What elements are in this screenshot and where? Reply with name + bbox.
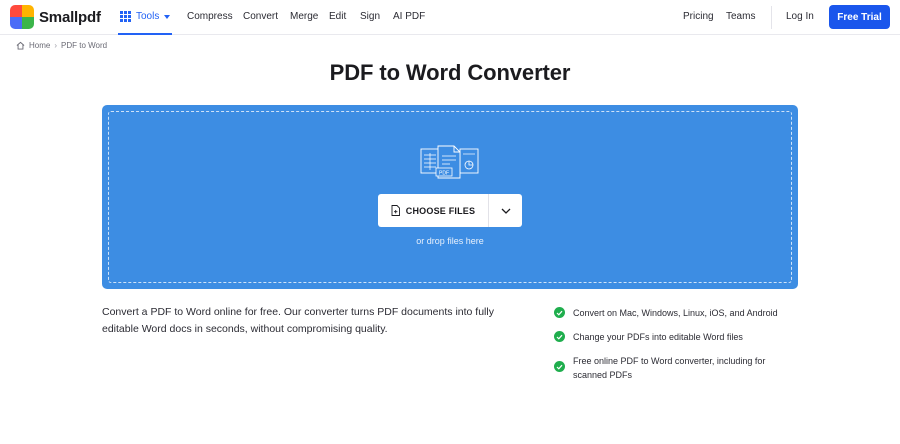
feature-text: Change your PDFs into editable Word file… xyxy=(573,332,743,342)
nav-merge[interactable]: Merge xyxy=(290,11,318,22)
caret-down-icon xyxy=(164,14,171,19)
smallpdf-logo-icon xyxy=(10,5,34,29)
feature-item: Free online PDF to Word converter, inclu… xyxy=(554,354,774,382)
choose-files-button[interactable]: CHOOSE FILES xyxy=(378,194,489,227)
top-header: Smallpdf Tools Compress Convert Merge Ed… xyxy=(0,0,900,35)
feature-text: Convert on Mac, Windows, Linux, iOS, and… xyxy=(573,308,778,318)
login-link[interactable]: Log In xyxy=(786,11,814,22)
check-circle-icon xyxy=(554,307,565,318)
breadcrumb-separator-icon: › xyxy=(54,41,58,50)
drop-hint: or drop files here xyxy=(416,236,484,246)
file-plus-icon xyxy=(391,205,400,216)
page-title: PDF to Word Converter xyxy=(329,60,571,85)
feature-item: Convert on Mac, Windows, Linux, iOS, and… xyxy=(554,306,778,320)
breadcrumb-home[interactable]: Home xyxy=(29,41,50,50)
nav-compress[interactable]: Compress xyxy=(187,11,233,22)
chevron-down-icon xyxy=(501,208,510,214)
check-circle-icon xyxy=(554,331,565,342)
nav-ai-pdf[interactable]: AI PDF xyxy=(393,11,425,22)
choose-files-label: CHOOSE FILES xyxy=(405,205,476,216)
nav-sign[interactable]: Sign xyxy=(360,11,380,22)
documents-illustration-icon: PDF xyxy=(420,145,479,179)
nav-convert[interactable]: Convert xyxy=(243,11,278,22)
choose-files-control: CHOOSE FILES xyxy=(378,194,522,227)
header-divider xyxy=(771,6,772,29)
tools-label: Tools xyxy=(136,11,160,22)
logo-text: Smallpdf xyxy=(39,8,101,26)
tool-description: Convert a PDF to Word online for free. O… xyxy=(102,306,494,335)
breadcrumb-current: PDF to Word xyxy=(61,41,108,50)
pdf-badge-text: PDF xyxy=(439,171,449,177)
breadcrumb: Home › PDF to Word xyxy=(16,41,107,50)
upload-options-dropdown[interactable] xyxy=(489,194,522,227)
tools-menu-button[interactable]: Tools xyxy=(118,0,173,35)
feature-text: Free online PDF to Word converter, inclu… xyxy=(573,356,766,380)
nav-pricing[interactable]: Pricing xyxy=(683,11,714,22)
logo[interactable]: Smallpdf xyxy=(10,5,101,29)
nav-teams[interactable]: Teams xyxy=(726,11,755,22)
free-trial-button[interactable]: Free Trial xyxy=(829,5,890,29)
home-icon xyxy=(16,41,25,50)
feature-item: Change your PDFs into editable Word file… xyxy=(554,330,743,344)
apps-grid-icon xyxy=(120,11,131,22)
check-circle-icon xyxy=(554,361,565,372)
nav-edit[interactable]: Edit xyxy=(329,11,346,22)
